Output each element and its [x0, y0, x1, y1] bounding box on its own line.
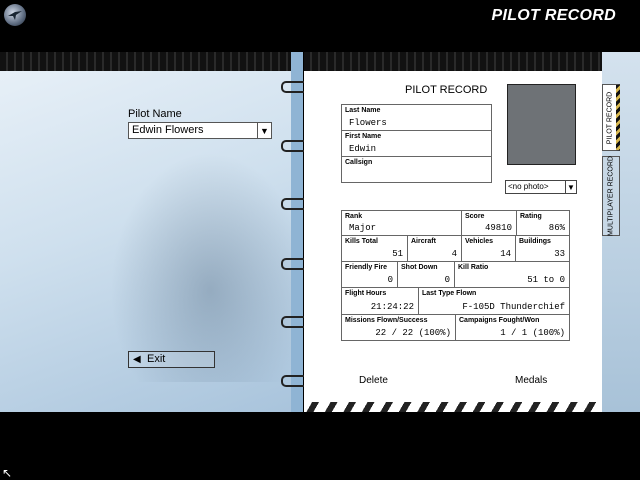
last-name-label: Last Name	[345, 107, 381, 114]
photo-select[interactable]: <no photo> ▼	[505, 180, 577, 194]
pilot-name-value: Edwin Flowers	[132, 124, 204, 136]
friendly-fire-label: Friendly Fire	[345, 264, 388, 271]
campaigns-cell: Campaigns Fought/Won 1 / 1 (100%)	[455, 314, 570, 341]
rating-cell: Rating 86%	[516, 210, 570, 236]
last-name-value: Flowers	[349, 118, 387, 128]
score-value: 49810	[484, 223, 512, 233]
vehicles-value: 14	[500, 249, 511, 259]
missions-label: Missions Flown/Success	[345, 317, 428, 324]
left-header-stripe	[0, 52, 291, 71]
vehicles-cell: Vehicles 14	[461, 235, 516, 262]
tab-multiplayer-record-label: MULTIPLAYER RECORD	[607, 156, 615, 236]
tab-multiplayer-record[interactable]: MULTIPLAYER RECORD	[602, 156, 620, 236]
page-header-stripe	[304, 52, 602, 71]
exit-button[interactable]: ◀ Exit	[128, 351, 215, 368]
rank-label: Rank	[345, 213, 363, 220]
globe-logo-icon	[4, 4, 26, 26]
kills-total-value: 51	[392, 249, 403, 259]
score-label: Score	[465, 213, 485, 220]
buildings-cell: Buildings 33	[515, 235, 570, 262]
callsign-label: Callsign	[345, 159, 373, 166]
last-name-field[interactable]: Last Name Flowers	[341, 104, 492, 131]
aircraft-cell: Aircraft 4	[407, 235, 462, 262]
last-type-label: Last Type Flown	[422, 290, 477, 297]
friendly-fire-cell: Friendly Fire 0	[341, 261, 398, 288]
kills-total-label: Kills Total	[345, 238, 378, 245]
first-name-field[interactable]: First Name Edwin	[341, 130, 492, 157]
rank-cell: Rank Major	[341, 210, 462, 236]
flight-hours-cell: Flight Hours 21:24:22	[341, 287, 419, 315]
top-bar: PILOT RECORD	[0, 0, 640, 34]
pilot-name-label: Pilot Name	[128, 108, 182, 120]
shot-down-cell: Shot Down 0	[397, 261, 455, 288]
rating-value: 86%	[548, 223, 565, 233]
kill-ratio-value: 51 to 0	[527, 275, 565, 285]
buildings-value: 33	[554, 249, 565, 259]
vehicles-label: Vehicles	[465, 238, 494, 245]
shot-down-label: Shot Down	[401, 264, 438, 271]
bottom-bar	[0, 448, 640, 480]
binder-spine	[291, 52, 303, 412]
missions-cell: Missions Flown/Success 22 / 22 (100%)	[341, 314, 456, 341]
campaigns-value: 1 / 1 (100%)	[500, 328, 565, 338]
rating-label: Rating	[520, 213, 542, 220]
campaigns-label: Campaigns Fought/Won	[459, 317, 540, 324]
pilot-name-select[interactable]: Edwin Flowers ▼	[128, 122, 272, 139]
back-arrow-icon: ◀	[133, 354, 141, 365]
flight-hours-label: Flight Hours	[345, 290, 387, 297]
aircraft-value: 4	[451, 249, 457, 259]
background-art	[110, 152, 291, 382]
shot-down-value: 0	[444, 275, 450, 285]
last-type-value: F-105D Thunderchief	[462, 302, 565, 312]
mouse-cursor-icon: ↖	[2, 466, 13, 480]
kill-ratio-label: Kill Ratio	[458, 264, 489, 271]
first-name-value: Edwin	[349, 144, 377, 154]
chevron-down-icon[interactable]: ▼	[565, 181, 576, 193]
screen-title: PILOT RECORD	[491, 7, 616, 24]
rank-value: Major	[349, 223, 377, 233]
delete-button[interactable]: Delete	[359, 375, 388, 386]
exit-label: Exit	[147, 353, 166, 365]
chevron-down-icon[interactable]: ▼	[257, 123, 271, 138]
medals-button[interactable]: Medals	[515, 375, 547, 386]
last-type-cell: Last Type Flown F-105D Thunderchief	[418, 287, 570, 315]
first-name-label: First Name	[345, 133, 382, 140]
tab-pilot-record[interactable]: PILOT RECORD	[602, 84, 620, 151]
kills-total-cell: Kills Total 51	[341, 235, 408, 262]
tab-pilot-record-label: PILOT RECORD	[606, 91, 613, 144]
flight-hours-value: 21:24:22	[370, 302, 414, 312]
page-bottom-edge	[304, 402, 602, 412]
record-title: PILOT RECORD	[405, 84, 488, 96]
callsign-field[interactable]: Callsign	[341, 156, 492, 183]
aircraft-label: Aircraft	[411, 238, 436, 245]
friendly-fire-value: 0	[387, 275, 393, 285]
pilot-photo	[507, 84, 576, 165]
missions-value: 22 / 22 (100%)	[375, 328, 451, 338]
score-cell: Score 49810	[461, 210, 517, 236]
kill-ratio-cell: Kill Ratio 51 to 0	[454, 261, 570, 288]
photo-select-value: <no photo>	[508, 182, 549, 191]
buildings-label: Buildings	[519, 238, 551, 245]
